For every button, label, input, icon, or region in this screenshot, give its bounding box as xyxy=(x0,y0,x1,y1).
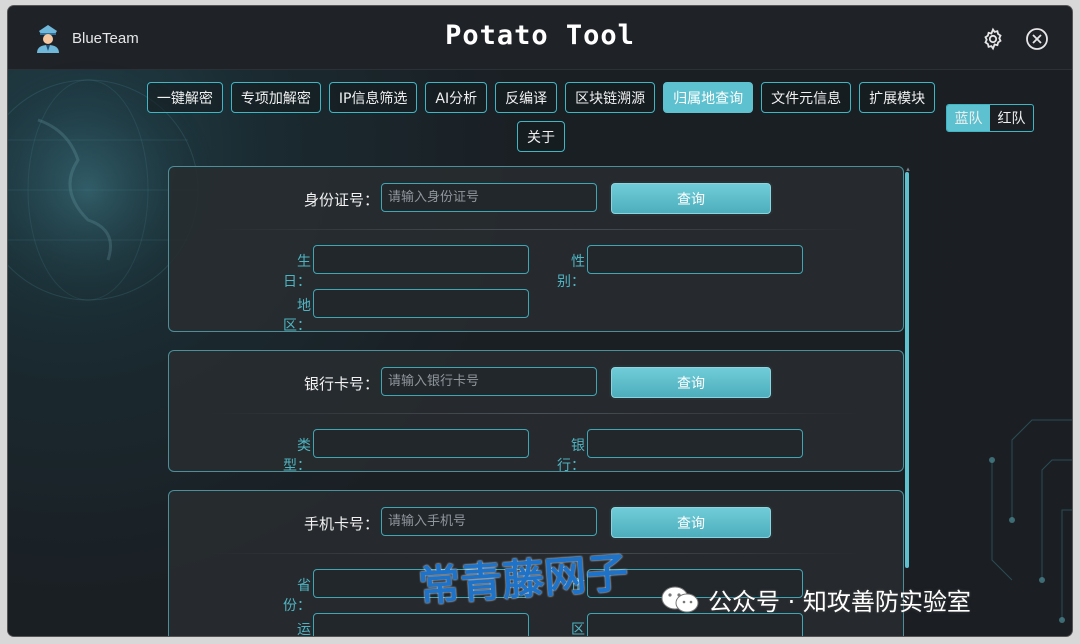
wechat-icon xyxy=(661,586,699,612)
close-circle-icon xyxy=(1026,28,1048,50)
id-card-label: 身份证号： xyxy=(303,191,379,209)
tab-blockchain-trace[interactable]: 区块链溯源 xyxy=(565,82,656,113)
tab-special-crypto[interactable]: 专项加解密 xyxy=(230,82,321,113)
card-type-label: 类型： xyxy=(283,438,311,474)
blue-team-option[interactable]: 蓝队 xyxy=(947,105,990,131)
tab-ip-filter[interactable]: IP信息筛选 xyxy=(328,82,418,113)
region-field[interactable] xyxy=(313,289,529,318)
carrier-label: 运商： xyxy=(297,622,311,636)
bank-card-panel: 银行卡号： 查询 类型： 银行： xyxy=(168,350,904,474)
tab-decompile[interactable]: 反编译 xyxy=(495,82,558,113)
settings-button[interactable] xyxy=(980,26,1006,52)
region-label: 地区： xyxy=(283,298,311,334)
tab-extensions[interactable]: 扩展模块 xyxy=(859,82,936,113)
team-switch: 蓝队 红队 xyxy=(946,104,1034,132)
phone-input[interactable] xyxy=(381,507,597,536)
red-team-option[interactable]: 红队 xyxy=(990,105,1033,131)
wechat-watermark: 公众号 · 知攻善防实验室 xyxy=(660,582,971,617)
app-window: BlueTeam Potato Tool 一键解密 专项加解密 IP信息筛选 A… xyxy=(8,6,1072,636)
vertical-scrollbar[interactable]: ▴ xyxy=(904,166,912,636)
tab-one-click-decrypt[interactable]: 一键解密 xyxy=(146,82,223,113)
wechat-account-text: 公众号 · 知攻善防实验室 xyxy=(708,588,971,616)
province-label: 省份： xyxy=(283,578,311,614)
phone-query-button[interactable]: 查询 xyxy=(611,507,771,538)
birthday-field[interactable] xyxy=(313,245,529,274)
close-button[interactable] xyxy=(1024,26,1050,52)
tab-location-query[interactable]: 归属地查询 xyxy=(663,82,754,113)
gender-field[interactable] xyxy=(587,245,803,274)
bank-card-input[interactable] xyxy=(381,367,597,396)
tab-file-metadata[interactable]: 文件元信息 xyxy=(761,82,852,113)
bank-label: 银行： xyxy=(557,438,585,474)
phone-label: 手机卡号： xyxy=(303,515,379,533)
area-code-label: 区号： xyxy=(571,622,585,636)
id-card-panel: 身份证号： 查询 生日： 性别： 地区： xyxy=(168,166,904,334)
gear-icon xyxy=(984,27,1002,51)
bank-card-label: 银行卡号： xyxy=(303,375,379,393)
app-title: Potato Tool xyxy=(445,20,635,51)
bank-card-query-button[interactable]: 查询 xyxy=(611,367,771,398)
title-actions xyxy=(980,26,1050,52)
divider xyxy=(209,229,863,230)
birthday-label: 生日： xyxy=(283,254,311,290)
carrier-field[interactable] xyxy=(313,613,529,636)
scrollbar-thumb[interactable] xyxy=(905,172,909,568)
tab-about[interactable]: 关于 xyxy=(517,121,565,152)
tab-ai-analysis[interactable]: AI分析 xyxy=(425,82,488,113)
bank-field[interactable] xyxy=(587,429,803,458)
divider xyxy=(209,413,863,414)
id-card-input[interactable] xyxy=(381,183,597,212)
gender-label: 性别： xyxy=(557,254,585,290)
id-card-query-button[interactable]: 查询 xyxy=(611,183,771,214)
scroll-up-arrow-icon[interactable]: ▴ xyxy=(904,166,912,173)
card-type-field[interactable] xyxy=(313,429,529,458)
module-tabs: 一键解密 专项加解密 IP信息筛选 AI分析 反编译 区块链溯源 归属地查询 文… xyxy=(136,82,946,152)
